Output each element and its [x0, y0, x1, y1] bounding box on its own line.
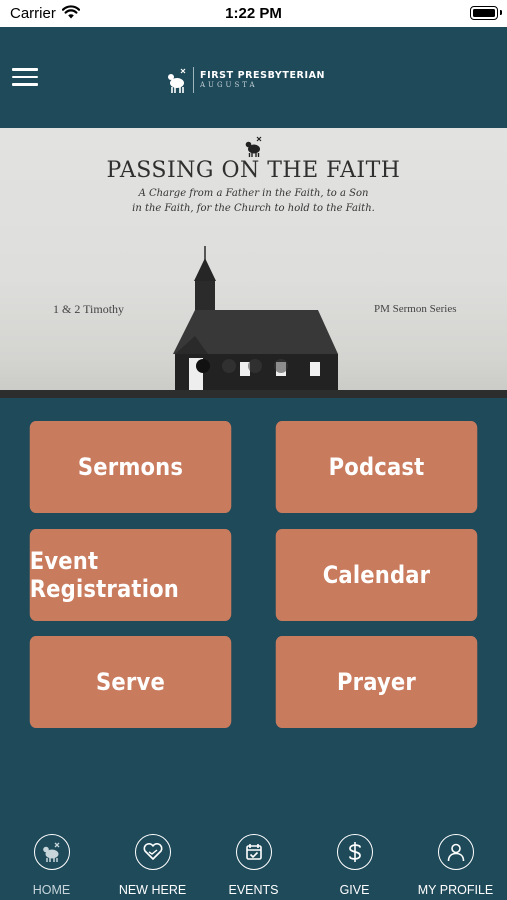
- banner-tagline: A Charge from a Father in the Faith, to …: [0, 186, 507, 216]
- tab-give[interactable]: GIVE: [304, 830, 405, 900]
- ground: [0, 390, 507, 398]
- podcast-button[interactable]: Podcast: [275, 421, 478, 513]
- brand-name: FIRST PRESBYTERIAN: [200, 70, 326, 81]
- brand-subtitle: AUGUSTA: [200, 81, 258, 89]
- tab-home-label: HOME: [32, 883, 71, 897]
- banner-title: PASSING ON THE FAITH: [106, 158, 401, 183]
- heart-hands-icon: [134, 834, 171, 870]
- tab-my-profile-label: MY PROFILE: [417, 883, 494, 897]
- tab-events-label: EVENTS: [228, 883, 279, 897]
- carousel-dot[interactable]: [222, 359, 236, 373]
- lamb-icon: [33, 834, 70, 870]
- tagline-line-2: in the Faith, for the Church to hold to …: [132, 203, 375, 214]
- brand-divider: [193, 67, 194, 93]
- tab-new-here[interactable]: NEW HERE: [102, 830, 203, 900]
- prayer-button[interactable]: Prayer: [275, 636, 478, 728]
- tab-new-here-label: NEW HERE: [118, 883, 187, 897]
- dollar-icon: [336, 834, 373, 870]
- tab-my-profile[interactable]: MY PROFILE: [405, 830, 506, 900]
- sermon-series-banner[interactable]: PASSING ON THE FAITH A Charge from a Fat…: [0, 128, 507, 398]
- tab-give-label: GIVE: [339, 883, 370, 897]
- banner-series-label: PM Sermon Series: [374, 303, 457, 315]
- battery-icon: [470, 6, 502, 20]
- clock: 1:22 PM: [225, 5, 282, 22]
- tagline-line-1: A Charge from a Father in the Faith, to …: [138, 188, 369, 199]
- banner-book-label: 1 & 2 Timothy: [53, 302, 125, 316]
- carousel-dot[interactable]: [274, 359, 288, 373]
- lamb-logo-icon: [168, 68, 186, 93]
- sermons-button[interactable]: Sermons: [29, 421, 232, 513]
- menu-icon[interactable]: [12, 68, 38, 86]
- calendar-check-icon: [235, 834, 272, 870]
- calendar-button[interactable]: Calendar: [275, 529, 478, 621]
- carousel-dot[interactable]: [248, 359, 262, 373]
- status-bar: Carrier 1:22 PM: [0, 0, 507, 27]
- tab-home[interactable]: HOME: [1, 830, 102, 900]
- lamb-icon: [245, 136, 262, 157]
- carousel-dot[interactable]: [196, 359, 210, 373]
- carousel-dots[interactable]: [196, 359, 288, 373]
- serve-button[interactable]: Serve: [29, 636, 232, 728]
- person-icon: [437, 834, 474, 870]
- tab-events[interactable]: EVENTS: [203, 830, 304, 900]
- brand-logo: FIRST PRESBYTERIAN AUGUSTA: [165, 65, 325, 95]
- tab-bar: HOME NEW HERE EVENTS GIVE MY PROFILE: [0, 830, 507, 900]
- event-registration-button[interactable]: Event Registration: [29, 529, 232, 621]
- app-header: FIRST PRESBYTERIAN AUGUSTA: [0, 27, 507, 128]
